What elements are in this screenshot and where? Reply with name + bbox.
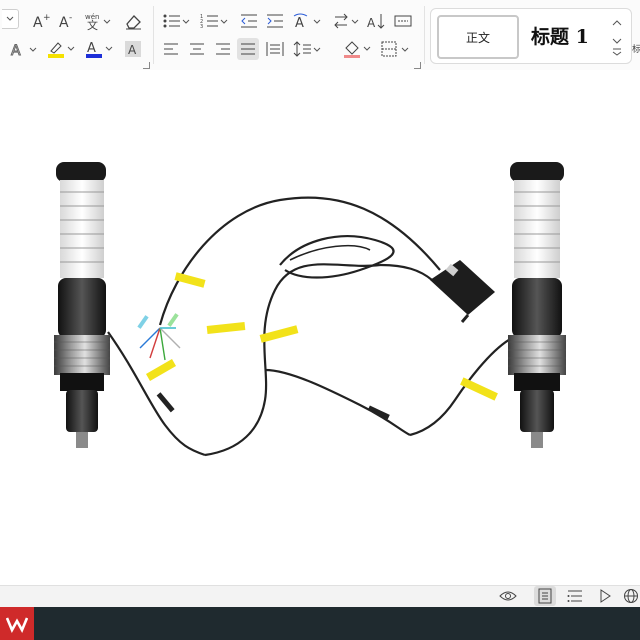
document-canvas[interactable] (0, 70, 640, 585)
increase-font-size-icon: A + (33, 13, 51, 30)
bare-wires (139, 327, 181, 361)
borders-button[interactable] (380, 38, 410, 60)
svg-text:-: - (69, 13, 72, 23)
numbered-list-icon: 123 (200, 14, 228, 30)
svg-text:A: A (59, 15, 69, 30)
chevron-up-down-icon (612, 20, 622, 56)
connector (156, 392, 175, 413)
align-center-icon (190, 43, 204, 55)
chinese-layout-icon: A (293, 13, 321, 30)
right-light-tower (508, 162, 566, 448)
align-left-icon (164, 43, 178, 55)
align-center-button[interactable] (186, 38, 208, 60)
cables (107, 196, 513, 457)
decrease-indent-button[interactable] (238, 10, 260, 32)
show-hide-marks-icon (394, 15, 412, 27)
decrease-font-size-icon: A- (59, 13, 72, 30)
wps-logo-icon (6, 617, 28, 633)
styles-gallery: 正文 标题 1 (430, 8, 632, 64)
character-shading-button[interactable]: A (122, 38, 144, 60)
align-right-button[interactable] (212, 38, 234, 60)
distributed-align-icon (266, 42, 284, 56)
taskbar (0, 607, 640, 640)
line-spacing-button[interactable] (292, 38, 322, 60)
play-icon (600, 589, 611, 603)
paint-bucket-icon (344, 41, 371, 58)
ribbon-toolbar: A + A- wén 文 123 A A A A A 正文 标题 1 标 (0, 0, 640, 71)
bullet-list-icon (163, 14, 190, 28)
increase-indent-icon (267, 14, 283, 28)
svg-text:A: A (367, 16, 376, 30)
wps-app-icon[interactable] (0, 607, 34, 640)
svg-text:3: 3 (200, 24, 203, 30)
distributed-button[interactable] (264, 38, 286, 60)
line-spacing-icon (293, 41, 321, 57)
text-effect-button[interactable]: A (10, 38, 38, 60)
style-heading-1[interactable]: 标题 1 (531, 19, 589, 51)
play-button[interactable] (594, 585, 616, 607)
svg-text:A: A (11, 43, 21, 58)
clear-format-button[interactable] (122, 10, 144, 32)
font-color-button[interactable]: A (84, 38, 114, 60)
eraser-icon (126, 15, 141, 30)
page-view-button[interactable] (534, 585, 556, 607)
paragraph-dialog-launcher[interactable] (414, 62, 421, 69)
borders-icon (381, 41, 409, 57)
web-view-button[interactable] (622, 585, 640, 607)
styles-scroll[interactable] (609, 15, 625, 57)
highlighter-icon (48, 42, 75, 58)
wire-label (167, 313, 179, 327)
show-hide-button[interactable] (392, 10, 414, 32)
outline-icon (567, 590, 582, 602)
svg-text:+: + (43, 13, 51, 23)
sort-button[interactable]: A (366, 10, 388, 32)
bullets-button[interactable] (162, 10, 190, 32)
outline-view-button[interactable] (564, 585, 586, 607)
reading-mode-button[interactable] (497, 585, 519, 607)
phonetic-guide-button[interactable]: wén 文 (84, 10, 112, 32)
justify-button[interactable] (237, 38, 259, 60)
sort-icon: A (367, 14, 385, 30)
shading-button[interactable] (342, 38, 372, 60)
svg-text:A: A (128, 43, 137, 57)
separator (153, 6, 154, 64)
chinese-layout-button[interactable]: A (292, 10, 322, 32)
increase-font-size-button[interactable]: A + (30, 10, 52, 32)
left-light-tower (54, 162, 110, 448)
connector (367, 405, 390, 420)
phonetic-guide-icon: wén文 (85, 13, 111, 31)
svg-text:文: 文 (87, 18, 98, 31)
increase-indent-button[interactable] (264, 10, 286, 32)
separator (424, 6, 425, 64)
svg-text:A: A (33, 15, 43, 30)
text-direction-button[interactable] (332, 10, 360, 32)
font-color-icon: A (86, 41, 113, 58)
font-dialog-launcher[interactable] (143, 62, 150, 69)
text-effect-icon: A (11, 43, 37, 58)
justify-icon (241, 43, 255, 55)
product-image (54, 162, 566, 457)
decrease-indent-icon (241, 14, 257, 28)
numbering-button[interactable]: 123 (200, 10, 228, 32)
highlight-button[interactable] (46, 38, 76, 60)
style-normal[interactable]: 正文 (437, 15, 519, 59)
decrease-font-size-button[interactable]: A- (56, 10, 78, 32)
wire-label (137, 315, 149, 329)
font-size-dropdown[interactable] (0, 8, 20, 30)
svg-text:A: A (295, 16, 304, 30)
globe-icon (624, 589, 638, 603)
character-shading-icon: A (125, 41, 141, 57)
align-left-button[interactable] (160, 38, 182, 60)
page-view-icon (538, 588, 552, 604)
text-direction-icon (334, 13, 359, 29)
style-next[interactable]: 标 (632, 42, 640, 55)
eye-icon (499, 591, 517, 601)
align-right-icon (216, 43, 230, 55)
chevron-down-icon (6, 16, 13, 21)
svg-text:A: A (87, 41, 96, 56)
